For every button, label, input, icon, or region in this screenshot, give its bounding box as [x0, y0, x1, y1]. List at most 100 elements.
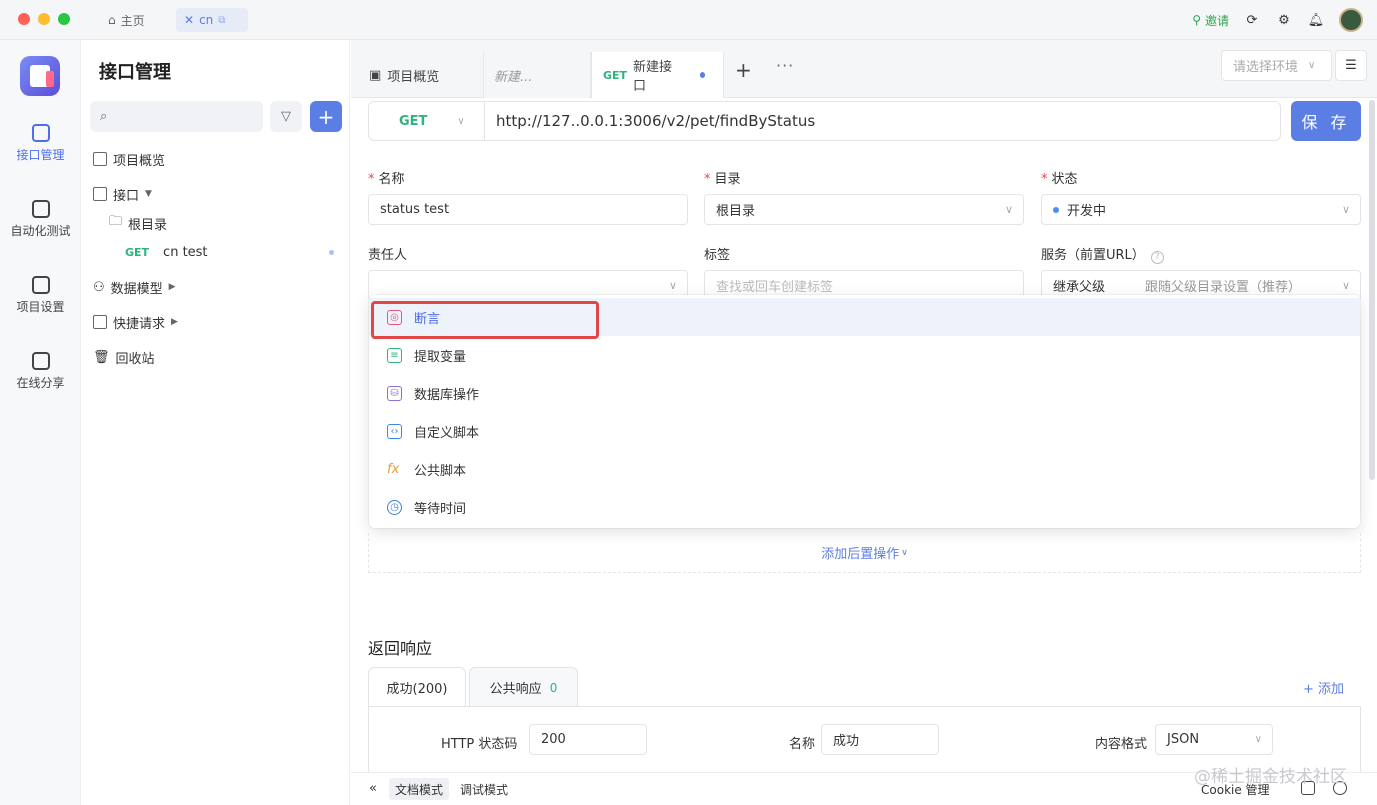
status-dot [1053, 206, 1059, 213]
response-name-input[interactable]: 成功 [821, 724, 939, 755]
filter-button[interactable]: ▽ [270, 101, 302, 132]
menu-item-wait-time[interactable]: ◷ 等待时间 [369, 488, 1360, 526]
minimize-window-button[interactable] [38, 13, 50, 25]
post-ops-label: 添加后置操作 [821, 547, 900, 562]
add-button[interactable]: + [310, 101, 342, 132]
service-value: 继承父级 [1053, 280, 1106, 295]
extract-variable-icon: ≡ [387, 347, 402, 363]
environment-placeholder: 请选择环境 [1233, 60, 1299, 75]
main-panel: ▣ 项目概览 新建... GET 新建接口 + ··· 请选择环境 ∨ ☰ GE… [351, 40, 1377, 805]
tree-sidebar: 接口管理 ⌕ ▽ + 项目概览 接口 ▼ 🗀︎ 根目录 GET cn test … [81, 40, 350, 805]
tree-item-api[interactable]: 接口 ▼ [93, 184, 152, 204]
share-icon [31, 352, 50, 370]
response-name-label: 名称 [789, 737, 816, 752]
tree-item-overview[interactable]: 项目概览 [93, 149, 165, 169]
doc-mode-button[interactable]: 文档模式 [389, 778, 450, 800]
content-format-value: JSON [1167, 732, 1200, 747]
menu-item-database[interactable]: ⛁ 数据库操作 [369, 374, 1360, 412]
tree-item-label: 接口 [113, 188, 140, 204]
content-format-select[interactable]: JSON ∨ [1155, 724, 1273, 755]
tree-item-quick-requests[interactable]: 快捷请求 ▶ [93, 312, 178, 332]
quick-request-icon [93, 315, 107, 329]
status-select[interactable]: 开发中 ∨ [1041, 194, 1361, 225]
chevron-down-icon: ∨ [457, 115, 465, 127]
app-logo [20, 56, 60, 96]
caret-right-icon: ▶ [168, 282, 176, 292]
method-value: GET [399, 113, 428, 129]
unsaved-dot [699, 72, 705, 78]
tree-item-data-models[interactable]: ⚇ 数据模型 ▶ [93, 277, 176, 297]
collapse-sidebar-button[interactable]: « [369, 781, 377, 796]
method-select[interactable]: GET ∨ [368, 101, 485, 141]
http-code-input[interactable]: 200 [529, 724, 647, 755]
add-tab-button[interactable]: + [735, 58, 752, 82]
menu-item-label: 公共脚本 [414, 463, 467, 479]
rail-item-label: 在线分享 [16, 376, 65, 390]
rail-item-settings[interactable]: 项目设置 [0, 276, 81, 315]
home-tab[interactable]: ⌂ 主页 [100, 8, 153, 32]
tree-item-root-dir[interactable]: 🗀︎ 根目录 [109, 213, 167, 233]
gear-icon[interactable]: ⚙ [1275, 11, 1293, 29]
count-badge: 0 [549, 680, 558, 695]
tab-new-api[interactable]: GET 新建接口 [591, 52, 724, 98]
title-bar: ⌂ 主页 ✕ cn ⧉ ⚲ 邀请 ⟳ ⚙ 🔔︎ [0, 0, 1377, 40]
service-hint: 跟随父级目录设置（推荐） [1145, 280, 1302, 295]
overview-icon: ▣ [369, 67, 382, 83]
watermark: @稀土掘金技术社区 [1194, 767, 1347, 787]
tree-item-recycle-bin[interactable]: 🗑︎ 回收站 [93, 347, 155, 367]
menu-item-custom-script[interactable]: ‹› 自定义脚本 [369, 412, 1360, 450]
project-tab[interactable]: ✕ cn ⧉ [176, 8, 248, 32]
add-response-button[interactable]: + 添加 [1303, 678, 1344, 697]
home-icon: ⌂ [108, 13, 116, 27]
filter-icon: ▽ [281, 109, 291, 124]
save-button[interactable]: 保 存 [1291, 101, 1361, 141]
response-section-title: 返回响应 [368, 639, 433, 658]
rail-item-api-management[interactable]: 接口管理 [0, 124, 81, 163]
tab-label: 公共响应 [489, 682, 542, 697]
maximize-window-button[interactable] [58, 13, 70, 25]
url-input[interactable]: http://127..0.0.1:3006/v2/pet/findByStat… [484, 101, 1281, 141]
method-badge: GET [125, 245, 150, 259]
help-icon: ? [1150, 251, 1164, 264]
rail-item-automation[interactable]: 自动化测试 [0, 200, 81, 239]
api-icon [93, 187, 107, 201]
content-format-label: 内容格式 [1095, 737, 1148, 752]
add-user-icon: ⚲ [1192, 13, 1201, 27]
dir-value: 根目录 [716, 204, 756, 219]
debug-mode-button[interactable]: 调试模式 [454, 778, 514, 800]
environment-select[interactable]: 请选择环境 ∨ [1221, 50, 1332, 81]
sync-icon[interactable]: ⟳ [1243, 11, 1261, 29]
tree-item-api-endpoint[interactable]: GET cn test [125, 242, 208, 262]
avatar[interactable] [1339, 8, 1363, 32]
scrollbar[interactable] [1369, 100, 1375, 480]
dir-select[interactable]: 根目录 ∨ [704, 194, 1024, 225]
caret-down-icon: ▼ [145, 189, 152, 199]
tab-label: 新建接口 [633, 60, 673, 94]
add-post-operation-button[interactable]: 添加后置操作 ∨ [368, 533, 1361, 573]
close-window-button[interactable] [18, 13, 30, 25]
tab-new-placeholder[interactable]: 新建... [483, 52, 591, 98]
tab-response-success[interactable]: 成功(200) [368, 667, 466, 707]
rail-item-share[interactable]: 在线分享 [0, 352, 81, 391]
settings-icon [31, 276, 50, 294]
bell-icon[interactable]: 🔔︎ [1307, 11, 1325, 29]
tree-item-label: 回收站 [115, 351, 155, 367]
home-tab-label: 主页 [120, 13, 145, 28]
menu-item-extract-variable[interactable]: ≡ 提取变量 [369, 336, 1360, 374]
more-tabs-button[interactable]: ··· [776, 56, 794, 75]
overview-icon [93, 152, 107, 166]
name-field[interactable]: status test [368, 194, 688, 225]
search-input[interactable]: ⌕ [90, 101, 263, 132]
menu-button[interactable]: ☰ [1335, 50, 1367, 81]
tab-bar: ▣ 项目概览 新建... GET 新建接口 + ··· 请选择环境 ∨ ☰ [351, 40, 1377, 98]
service-field-label: 服务（前置URL）? [1041, 244, 1164, 264]
tab-overview[interactable]: ▣ 项目概览 [351, 52, 457, 98]
owner-field-label: 责任人 [368, 248, 408, 263]
invite-button[interactable]: ⚲ 邀请 [1192, 12, 1229, 29]
plus-icon: + [317, 104, 335, 129]
tree-item-label: 数据模型 [110, 281, 163, 297]
tab-response-common[interactable]: 公共响应 0 [469, 667, 578, 707]
close-icon[interactable]: ✕ [184, 13, 194, 27]
menu-item-label: 等待时间 [414, 501, 467, 517]
menu-item-common-script[interactable]: fx 公共脚本 [369, 450, 1360, 488]
